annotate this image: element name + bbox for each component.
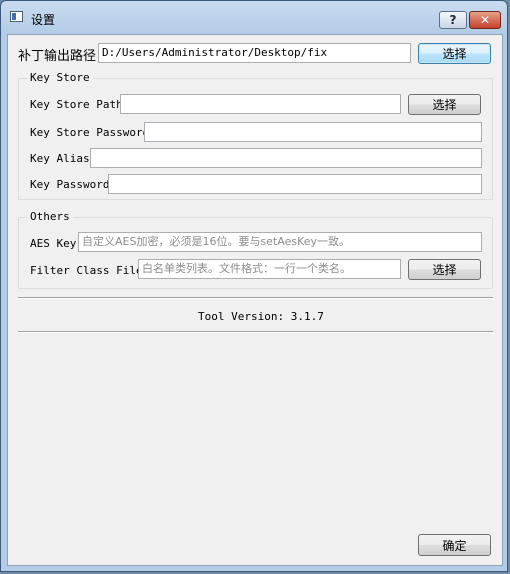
separator-top bbox=[18, 297, 493, 299]
aes-key-input[interactable]: 自定义AES加密，必须是16位。要与setAesKey一致。 bbox=[78, 232, 482, 252]
others-group-title: Others bbox=[27, 210, 73, 223]
filter-class-file-input[interactable]: 白名单类列表。文件格式：一行一个类名。 bbox=[138, 259, 401, 279]
title-bar[interactable]: 设置 ? ✕ bbox=[1, 1, 507, 35]
key-password-label: Key Password bbox=[30, 178, 110, 191]
key-store-path-input[interactable] bbox=[120, 94, 401, 114]
key-alias-input[interactable] bbox=[90, 148, 482, 168]
ok-button[interactable]: 确定 bbox=[418, 534, 491, 556]
key-alias-label: Key Alias bbox=[30, 152, 90, 165]
patch-output-input[interactable]: D:/Users/Administrator/Desktop/fix bbox=[98, 43, 411, 63]
close-button[interactable]: ✕ bbox=[469, 11, 501, 29]
separator-bottom bbox=[18, 331, 493, 333]
key-store-group-title: Key Store bbox=[27, 71, 93, 84]
key-store-path-label: Key Store Path bbox=[30, 98, 123, 111]
tool-version-text: Tool Version: 3.1.7 bbox=[198, 310, 324, 323]
dialog-body: 补丁输出路径 D:/Users/Administrator/Desktop/fi… bbox=[7, 34, 503, 566]
filter-class-file-label: Filter Class File bbox=[30, 264, 143, 277]
aes-key-label: AES Key bbox=[30, 237, 77, 250]
settings-window: 设置 ? ✕ 补丁输出路径 D:/Users/Administrator/Des… bbox=[0, 0, 508, 572]
patch-output-select-button[interactable]: 选择 bbox=[418, 43, 491, 64]
key-store-password-input[interactable] bbox=[144, 122, 482, 142]
key-store-path-select-button[interactable]: 选择 bbox=[408, 94, 481, 115]
app-icon bbox=[10, 11, 23, 22]
patch-output-label: 补丁输出路径 bbox=[18, 49, 97, 64]
window-title: 设置 bbox=[31, 13, 56, 27]
key-store-password-label: Key Store Password bbox=[30, 126, 150, 139]
key-password-input[interactable] bbox=[108, 174, 482, 194]
filter-class-file-select-button[interactable]: 选择 bbox=[408, 259, 481, 280]
help-button[interactable]: ? bbox=[439, 11, 467, 29]
